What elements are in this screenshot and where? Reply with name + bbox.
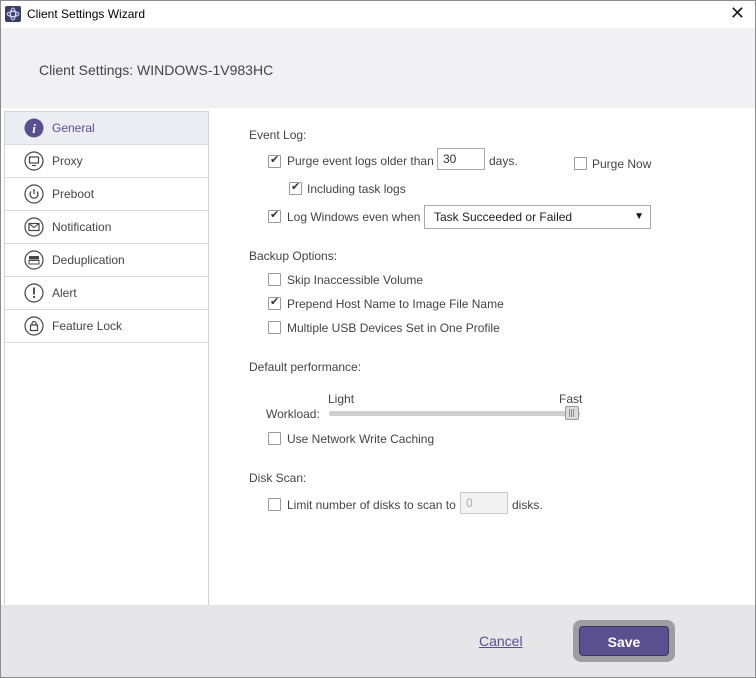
network-cache-checkbox[interactable]	[268, 432, 281, 445]
close-icon[interactable]: ✕	[730, 3, 745, 23]
multi-usb-checkbox[interactable]	[268, 321, 281, 334]
sidebar-item-label: Feature Lock	[52, 319, 123, 333]
save-button[interactable]: Save	[579, 626, 669, 656]
sidebar-item-alert[interactable]: Alert	[5, 277, 208, 310]
title-bar: Client Settings Wizard ✕	[1, 1, 755, 28]
purge-now-label: Purge Now	[592, 157, 652, 171]
limit-disks-label: Limit number of disks to scan to	[287, 498, 456, 512]
workload-label: Workload:	[266, 407, 320, 421]
sidebar-item-notification[interactable]: Notification	[5, 211, 208, 244]
include-task-logs-checkbox[interactable]: ✔	[289, 181, 302, 195]
check-icon: ✔	[270, 154, 280, 166]
sidebar-item-label: Proxy	[52, 154, 83, 168]
storage-icon	[24, 250, 44, 270]
svg-text:i: i	[32, 121, 36, 136]
sidebar-item-general[interactable]: i General	[5, 112, 208, 145]
sidebar-item-label: Deduplication	[52, 253, 125, 267]
cancel-button[interactable]: Cancel	[479, 633, 523, 649]
purge-days-input[interactable]	[437, 148, 485, 170]
limit-disks-checkbox[interactable]	[268, 498, 281, 511]
log-windows-label: Log Windows even when	[287, 210, 421, 224]
sidebar-item-label: Preboot	[52, 187, 95, 201]
log-windows-checkbox[interactable]: ✔	[268, 209, 281, 223]
wizard-header: Client Settings: WINDOWS-1V983HC	[1, 28, 755, 108]
sidebar-item-preboot[interactable]: Preboot	[5, 178, 208, 211]
sidebar-item-label: Notification	[52, 220, 112, 234]
prepend-host-label: Prepend Host Name to Image File Name	[287, 297, 504, 311]
workload-slider-track[interactable]	[329, 411, 580, 416]
sidebar-item-feature-lock[interactable]: Feature Lock	[5, 310, 208, 343]
include-task-logs-label: Including task logs	[307, 182, 406, 196]
sidebar-item-label: General	[52, 121, 95, 135]
slider-max-label: Fast	[559, 392, 583, 406]
window-title: Client Settings Wizard	[27, 7, 146, 21]
power-icon	[24, 184, 44, 204]
sidebar-item-proxy[interactable]: Proxy	[5, 145, 208, 178]
performance-title: Default performance:	[249, 360, 362, 374]
check-icon: ✔	[270, 209, 280, 221]
check-icon: ✔	[270, 296, 280, 308]
network-cache-label: Use Network Write Caching	[287, 432, 435, 446]
purge-checkbox[interactable]: ✔	[268, 154, 281, 168]
purge-now-checkbox[interactable]	[574, 157, 587, 170]
monitor-icon	[24, 151, 44, 171]
skip-inaccessible-label: Skip Inaccessible Volume	[287, 273, 424, 287]
client-settings-window: Client Settings Wizard ✕ Client Settings…	[0, 0, 756, 678]
log-windows-select-value: Task Succeeded or Failed	[434, 210, 573, 224]
backup-options-title: Backup Options:	[249, 249, 338, 263]
slider-min-label: Light	[328, 392, 355, 406]
exclamation-icon	[24, 283, 44, 303]
multi-usb-label: Multiple USB Devices Set in One Profile	[287, 321, 500, 335]
page-title: Client Settings: WINDOWS-1V983HC	[39, 62, 274, 78]
sidebar-item-label: Alert	[52, 286, 77, 300]
sidebar-item-deduplication[interactable]: Deduplication	[5, 244, 208, 277]
app-logo-icon	[5, 6, 21, 22]
envelope-icon	[24, 217, 44, 237]
skip-inaccessible-checkbox[interactable]	[268, 273, 281, 286]
workload-slider-thumb[interactable]	[565, 406, 579, 420]
event-log-title: Event Log:	[249, 128, 307, 142]
disk-scan-title: Disk Scan:	[249, 471, 307, 485]
settings-sidebar: i General Proxy Preboot Notification Ded…	[4, 111, 209, 606]
check-icon: ✔	[291, 181, 301, 193]
purge-label: Purge event logs older than	[287, 154, 434, 168]
lock-icon	[24, 316, 44, 336]
limit-disks-input[interactable]	[460, 492, 508, 514]
prepend-host-checkbox[interactable]: ✔	[268, 296, 281, 310]
disks-suffix: disks.	[512, 498, 543, 512]
days-suffix: days.	[489, 154, 518, 168]
info-icon: i	[24, 118, 44, 138]
log-windows-select[interactable]: Task Succeeded or Failed ▼	[424, 205, 651, 229]
dropdown-arrow-icon: ▼	[634, 211, 644, 222]
